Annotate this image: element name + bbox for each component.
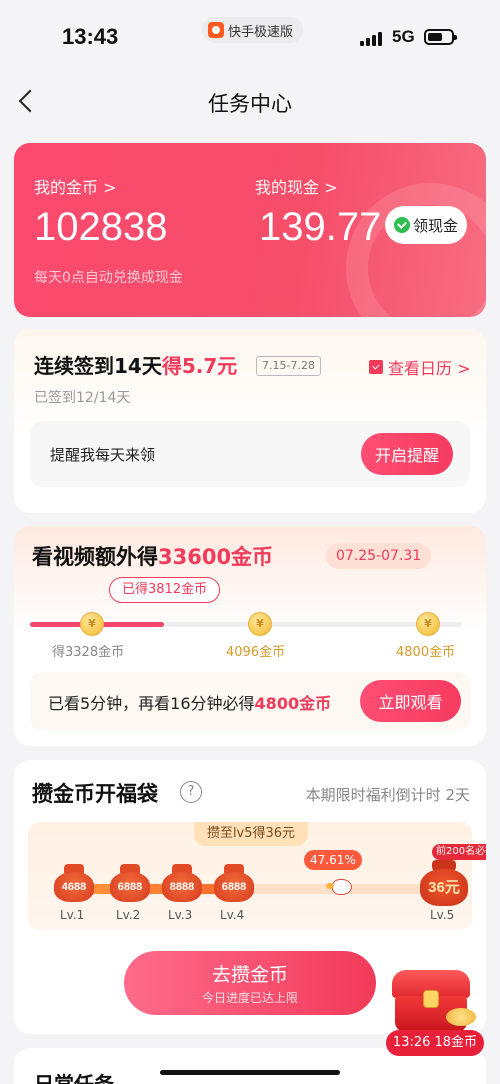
milestone-label: 4800金币 (396, 645, 456, 660)
collect-coins-button[interactable]: 去攒金币 今日进度已达上限 (124, 951, 376, 1015)
cash-value: 139.77 (259, 205, 382, 249)
watch-now-button[interactable]: 立即观看 (360, 680, 461, 722)
help-icon[interactable]: ? (180, 781, 202, 803)
coin-pile-icon (446, 1008, 476, 1026)
collect-coins-label: 去攒金币 (211, 964, 288, 986)
goal-tag: 攒至lv5得36元 (194, 822, 308, 846)
money-bag-icon: 4688 (54, 864, 94, 902)
coin-icon: ¥ (80, 612, 104, 636)
signin-date-tag: 7.15-7.28 (256, 356, 321, 376)
signin-title: 连续签到14天得5.7元 (34, 350, 237, 379)
wechat-icon (393, 217, 410, 233)
lucky-bag-title: 攒金币开福袋 (32, 782, 158, 806)
milestone-label: 得3328金币 (52, 645, 125, 660)
calendar-icon (369, 360, 383, 374)
money-bag-icon: 6888 (214, 864, 254, 902)
battery-icon (424, 29, 457, 45)
status-bar: 13:43 快手极速版 5G (0, 0, 500, 72)
collect-coins-sublabel: 今日进度已达上限 (201, 991, 298, 1005)
kuaishou-app-icon (208, 22, 224, 38)
video-title-prefix: 看视频额外得 (32, 545, 158, 569)
my-coins-link[interactable]: 我的金币 > (34, 174, 117, 198)
signin-card: 连续签到14天得5.7元 7.15-7.28 查看日历 > 已签到12/14天 … (14, 329, 486, 513)
video-title: 看视频额外得33600金币 (32, 541, 273, 571)
money-bag-value: 8888 (162, 872, 202, 902)
level-label: Lv.3 (168, 908, 193, 922)
chest-timer: 13:26 18金币 (386, 1030, 484, 1056)
rocket-icon (326, 876, 352, 896)
countdown-text: 本期限时福利倒计时 2天 (305, 786, 470, 804)
video-title-amount: 33600金币 (158, 545, 274, 569)
earned-tooltip: 已得3812金币 (109, 577, 221, 603)
money-bag-value: 4688 (54, 872, 94, 902)
withdraw-label: 领现金 (412, 216, 458, 235)
home-indicator (160, 1070, 340, 1075)
wallet-decoration (346, 183, 486, 317)
auto-exchange-hint: 每天0点自动兑换成现金 (34, 270, 183, 286)
final-reward-value: 36元 (420, 869, 468, 906)
watch-text-prefix: 已看5分钟，再看16分钟必得 (48, 694, 255, 713)
reminder-text: 提醒我每天来领 (50, 446, 156, 464)
coins-value: 102838 (34, 205, 168, 249)
video-date-tag: 07.25-07.31 (326, 543, 432, 569)
app-name: 快手极速版 (228, 24, 294, 40)
my-cash-link[interactable]: 我的现金 > (255, 174, 338, 198)
watch-text-amount: 4800金币 (254, 694, 332, 713)
money-bag-icon: 8888 (162, 864, 202, 902)
page-title: 任务中心 (208, 92, 292, 116)
view-calendar-link[interactable]: 查看日历 > (369, 355, 471, 379)
nav-bar: 任务中心 (0, 72, 500, 132)
level-label: Lv.1 (60, 908, 85, 922)
level-progress-box: 攒至lv5得36元 47.61% 4688 6888 8888 6888 Lv.… (28, 822, 486, 930)
money-bag-value: 6888 (110, 872, 150, 902)
coin-icon: ¥ (416, 612, 440, 636)
level-label: Lv.4 (220, 908, 245, 922)
app-indicator-pill[interactable]: 快手极速版 (202, 17, 304, 43)
enable-reminder-button[interactable]: 开启提醒 (361, 433, 453, 475)
video-card: 看视频额外得33600金币 07.25-07.31 已得3812金币 ¥ ¥ ¥… (14, 526, 486, 746)
final-reward-bag-icon: 36元 (420, 860, 468, 906)
level-label: Lv.5 (430, 908, 455, 922)
view-calendar-label: 查看日历 > (388, 359, 471, 378)
floating-treasure-chest[interactable]: 13:26 18金币 (386, 964, 486, 1058)
level-label: Lv.2 (116, 908, 141, 922)
network-type: 5G (392, 27, 415, 46)
reminder-box: 提醒我每天来领 开启提醒 (30, 421, 470, 487)
signin-title-reward: 得5.7元 (161, 354, 238, 378)
status-time: 13:43 (62, 24, 119, 49)
progress-percent-tag: 47.61% (304, 850, 362, 870)
withdraw-cash-button[interactable]: 领现金 (385, 206, 467, 244)
watch-progress-text: 已看5分钟，再看16分钟必得4800金币 (48, 690, 331, 714)
money-bag-icon: 6888 (110, 864, 150, 902)
wallet-card: 我的金币 > 102838 我的现金 > 139.77 领现金 每天0点自动兑换… (14, 143, 486, 317)
signal-icon (360, 30, 384, 46)
watch-box: 已看5分钟，再看16分钟必得4800金币 立即观看 (30, 672, 470, 730)
daily-tasks-title: 日常任务 (34, 1072, 114, 1084)
money-bag-value: 6888 (214, 872, 254, 902)
top200-tag: 前200名必得 (432, 844, 486, 860)
milestone-label: 4096金币 (226, 645, 286, 660)
signin-progress-text: 已签到12/14天 (34, 390, 131, 406)
signin-title-prefix: 连续签到14天 (34, 354, 162, 378)
coin-icon: ¥ (248, 612, 272, 636)
